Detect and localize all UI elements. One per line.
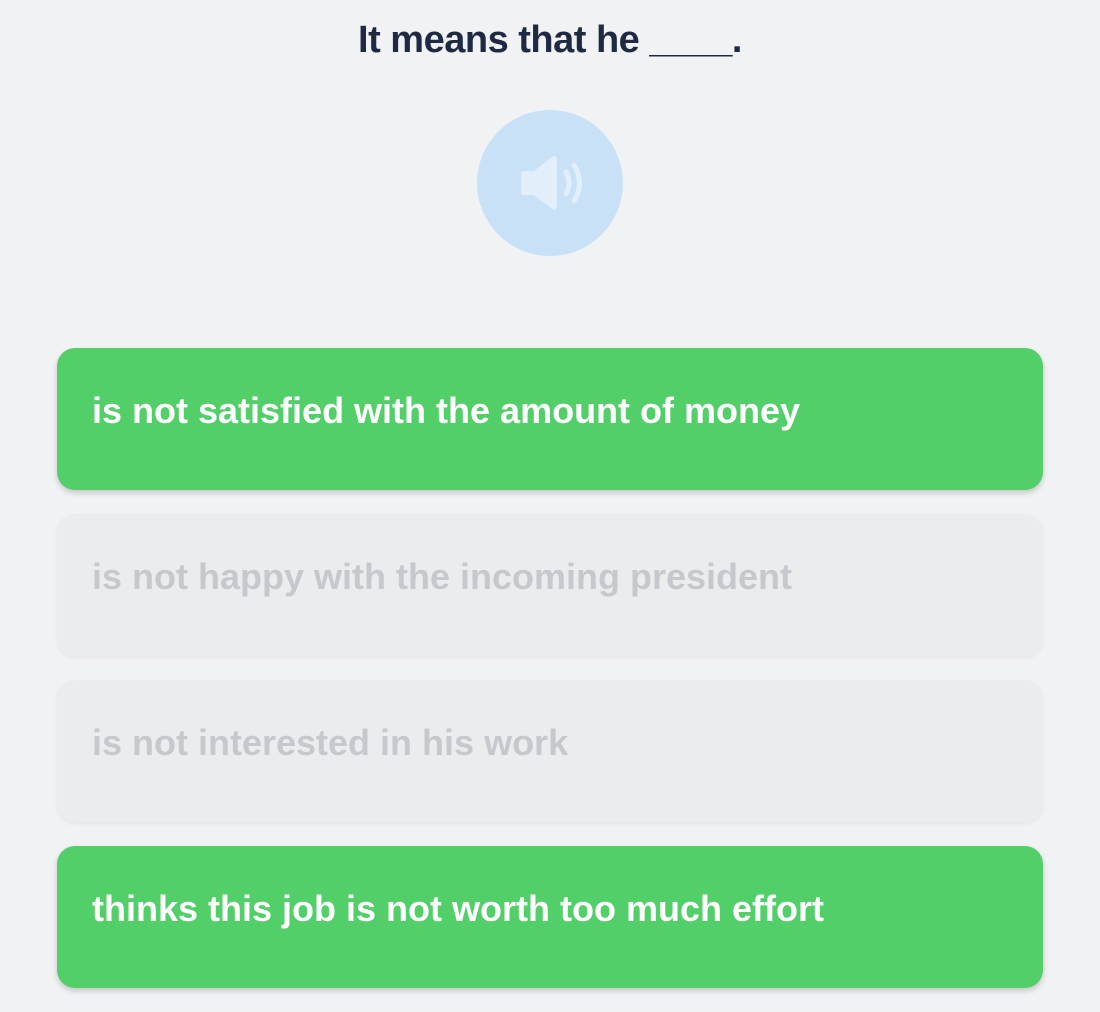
answer-option-text: is not happy with the incoming president — [92, 556, 793, 597]
answer-option-text: thinks this job is not worth too much ef… — [92, 888, 824, 929]
answer-option-4[interactable]: thinks this job is not worth too much ef… — [57, 846, 1043, 988]
answer-option-2[interactable]: is not happy with the incoming president — [57, 514, 1043, 656]
answer-option-3[interactable]: is not interested in his work — [57, 680, 1043, 822]
play-audio-button[interactable] — [477, 110, 623, 256]
answer-option-text: is not interested in his work — [92, 722, 569, 763]
answer-options: is not satisfied with the amount of mone… — [57, 348, 1043, 1012]
speaker-icon — [521, 156, 582, 210]
question-prompt: It means that he ____. — [358, 19, 742, 61]
answer-option-text: is not satisfied with the amount of mone… — [92, 390, 801, 431]
answer-option-1[interactable]: is not satisfied with the amount of mone… — [57, 348, 1043, 490]
